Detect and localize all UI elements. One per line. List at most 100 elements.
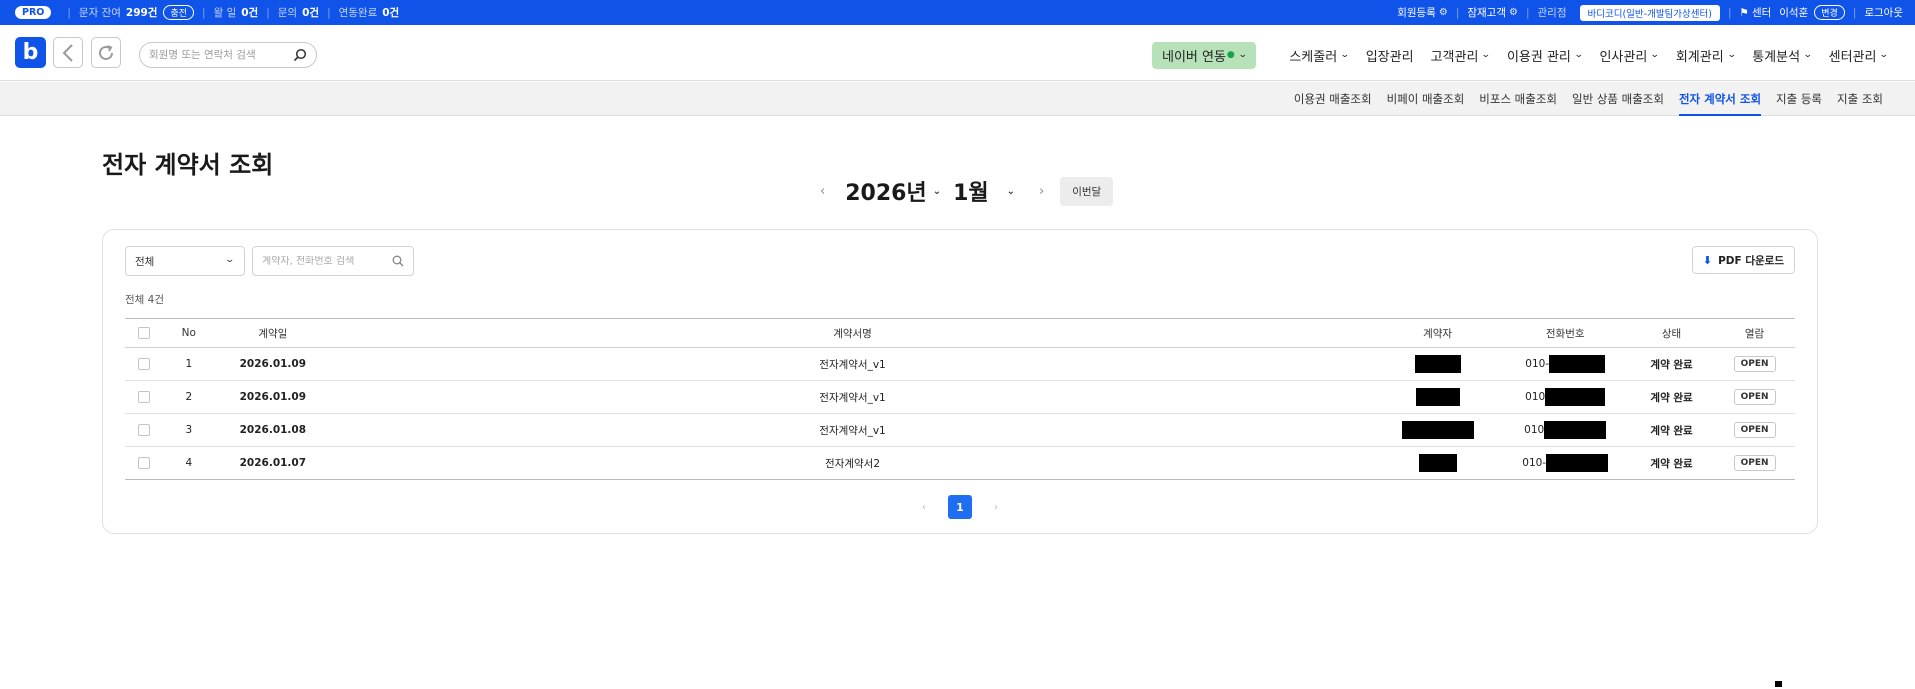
- download-icon: ⬇: [1702, 253, 1713, 267]
- month-select[interactable]: 1월 ⌄: [953, 175, 1015, 207]
- phone-cell: 010: [1501, 413, 1630, 447]
- potential-customer-link[interactable]: 잠재고객 ⚙: [1467, 5, 1518, 20]
- open-contract-button[interactable]: OPEN: [1733, 356, 1776, 372]
- year-select[interactable]: 2026년 ⌄: [845, 175, 941, 207]
- charge-button[interactable]: 충전: [163, 5, 195, 20]
- subnav-tab[interactable]: 비페이 매출조회: [1387, 82, 1465, 116]
- link-complete-value[interactable]: 0건: [382, 5, 399, 20]
- divider: |: [266, 6, 270, 19]
- nav-item[interactable]: 입장관리: [1366, 46, 1414, 65]
- chevron-down-icon: ⌄: [1726, 50, 1737, 60]
- open-contract-button[interactable]: OPEN: [1733, 389, 1776, 405]
- row-number: 3: [163, 413, 215, 447]
- edit-user-button[interactable]: 변경: [1814, 5, 1845, 20]
- nav-item[interactable]: 센터관리 ⌄: [1828, 46, 1890, 65]
- nav-item[interactable]: 통계분석 ⌄: [1752, 46, 1813, 65]
- nav-item[interactable]: 스케줄러 ⌄: [1289, 46, 1350, 65]
- status-text: 계약 완료: [1629, 413, 1715, 447]
- chevron-down-icon: ⌄: [1237, 50, 1248, 60]
- next-month-button[interactable]: ›: [1039, 184, 1044, 199]
- year-value: 2026년: [845, 181, 927, 206]
- nav-item-label: 인사관리: [1599, 49, 1648, 65]
- page-number-button[interactable]: 1: [948, 495, 972, 519]
- subnav-tab[interactable]: 일반 상품 매출조회: [1572, 82, 1664, 116]
- back-button[interactable]: [53, 37, 83, 68]
- nav-item[interactable]: 이용권 관리 ⌄: [1506, 46, 1584, 65]
- phone-prefix: 010: [1525, 391, 1546, 403]
- redacted-name: [1414, 355, 1461, 373]
- search-icon[interactable]: [293, 48, 307, 62]
- select-all-checkbox[interactable]: [138, 327, 151, 339]
- gear-icon: ⚙: [1509, 7, 1518, 18]
- divider: |: [1525, 6, 1530, 19]
- sms-remaining-value: 299건: [125, 7, 158, 19]
- subnav-tab[interactable]: 이용권 매출조회: [1294, 82, 1372, 116]
- next-page-button[interactable]: ›: [994, 502, 998, 513]
- redacted-phone: [1544, 421, 1607, 439]
- row-select-cell: [125, 413, 164, 447]
- table-row[interactable]: 2 2026.01.09 전자계약서_v1 010 계약 완료 OPEN: [125, 380, 1795, 414]
- open-contract-button[interactable]: OPEN: [1733, 455, 1776, 471]
- refresh-button[interactable]: [91, 37, 121, 68]
- status-filter-select[interactable]: 전체 ⌄: [125, 246, 245, 276]
- subnav-tab[interactable]: 비포스 매출조회: [1479, 82, 1557, 116]
- row-checkbox[interactable]: [138, 424, 151, 436]
- view-cell: OPEN: [1714, 380, 1795, 414]
- nav-item-label: 입장관리: [1365, 49, 1414, 65]
- row-checkbox[interactable]: [138, 391, 151, 403]
- divider: |: [1852, 6, 1857, 19]
- nav-item-label: 고객관리: [1430, 49, 1479, 65]
- nav-item-label: 이용권 관리: [1506, 49, 1571, 65]
- phone-cell: 010-: [1501, 347, 1630, 381]
- nav-item[interactable]: 고객관리 ⌄: [1430, 46, 1492, 65]
- inquiry-value[interactable]: 0건: [302, 5, 319, 20]
- center-selector[interactable]: 바디코디(일반-개발팀가상센터): [1579, 4, 1720, 21]
- chevron-left-icon: [62, 43, 73, 62]
- divider: |: [202, 6, 206, 19]
- table-row[interactable]: 3 2026.01.08 전자계약서_v1 010 계약 완료 OPEN: [125, 413, 1795, 447]
- manager-label: 관리점: [1537, 7, 1567, 19]
- row-select-cell: [125, 446, 164, 480]
- nav-item-label: 센터관리: [1828, 49, 1877, 65]
- month-selector: ‹ 2026년 ⌄ 1월 ⌄ › 이번달: [820, 175, 1114, 207]
- contract-date: 2026.01.07: [214, 446, 332, 480]
- contract-search-input[interactable]: [262, 255, 387, 267]
- row-number: 2: [163, 380, 215, 414]
- row-checkbox[interactable]: [138, 358, 151, 370]
- subnav-tab[interactable]: 지출 등록: [1776, 82, 1822, 116]
- contract-name: 전자계약서_v1: [331, 380, 1374, 414]
- chevron-down-icon: ⌄: [1802, 50, 1813, 60]
- user-name: 이석훈: [1779, 7, 1809, 19]
- nav-item[interactable]: 회계관리 ⌄: [1676, 46, 1737, 65]
- table-row[interactable]: 1 2026.01.09 전자계약서_v1 010- 계약 완료 OPEN: [125, 347, 1795, 381]
- column-header: 열람: [1714, 318, 1795, 348]
- contract-table: No 계약일 계약서명 계약자 전화번호 상태 열람 1 2026.01.09 전자…: [125, 318, 1795, 480]
- prev-page-button[interactable]: ‹: [922, 502, 926, 513]
- select-all-cell: [125, 318, 164, 348]
- subnav-tab[interactable]: 전자 계약서 조회: [1678, 82, 1762, 116]
- row-checkbox[interactable]: [138, 457, 151, 469]
- phone-cell: 010: [1501, 380, 1630, 414]
- prev-month-button[interactable]: ‹: [820, 184, 825, 199]
- contract-name: 전자계약서2: [331, 446, 1374, 480]
- member-register-link[interactable]: 회원등록 ⚙: [1397, 5, 1448, 20]
- pdf-download-button[interactable]: ⬇ PDF 다운로드: [1691, 246, 1795, 274]
- redacted-phone: [1546, 454, 1609, 472]
- nav-item[interactable]: 인사관리 ⌄: [1599, 46, 1660, 65]
- subnav-tab[interactable]: 지출 조회: [1837, 82, 1883, 116]
- contract-name: 전자계약서_v1: [331, 347, 1374, 381]
- naver-link-button[interactable]: 네이버 연동 ● ⌄: [1151, 41, 1257, 69]
- inquiry-label: 문의: [277, 7, 298, 19]
- main-header: b 네이버 연동 ● ⌄ 스케줄러⌄입장관리고객관리⌄이용권 관리⌄인사관리⌄회…: [0, 25, 1915, 81]
- member-search-input[interactable]: [149, 49, 284, 61]
- status-item-value[interactable]: 0건: [241, 5, 258, 20]
- logout-link[interactable]: 로그아웃: [1864, 5, 1903, 20]
- member-register-label: 회원등록: [1397, 7, 1436, 19]
- table-row[interactable]: 4 2026.01.07 전자계약서2 010- 계약 완료 OPEN: [125, 446, 1795, 480]
- search-icon[interactable]: [392, 255, 404, 267]
- total-count: 전체 4건: [125, 294, 164, 306]
- this-month-button[interactable]: 이번달: [1060, 176, 1114, 206]
- open-contract-button[interactable]: OPEN: [1733, 422, 1776, 438]
- app-logo[interactable]: b: [15, 37, 46, 68]
- contractor-cell: [1373, 446, 1502, 480]
